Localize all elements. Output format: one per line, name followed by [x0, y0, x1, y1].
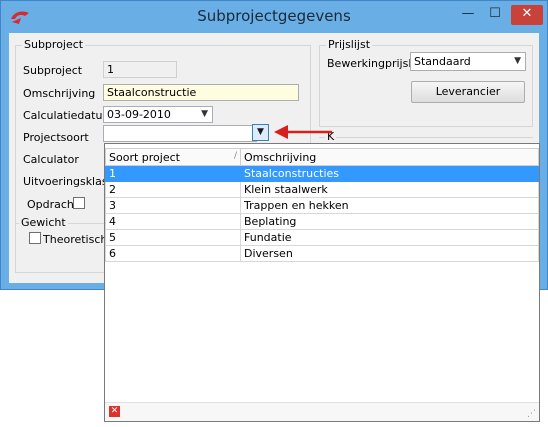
theoretisch-label: Theoretisch	[43, 233, 108, 246]
column-header-label: Omschrijving	[244, 150, 317, 164]
opdracht-checkbox[interactable]	[73, 197, 85, 209]
resize-grip-icon[interactable]: ⋰	[527, 409, 536, 419]
dropdown-footer: ✕ ⋰	[105, 402, 539, 421]
cell-code: 4	[105, 213, 241, 230]
projectsoort-field[interactable]	[103, 125, 257, 142]
column-header-omschrijving[interactable]: Omschrijving	[240, 148, 539, 166]
table-row[interactable]: 3 Trappen en hekken	[105, 197, 539, 214]
projectsoort-label: Projectsoort	[23, 131, 89, 144]
cell-code: 6	[105, 245, 241, 262]
omschrijving-label: Omschrijving	[23, 87, 96, 100]
title-bar[interactable]: Subprojectgegevens — ☐ ✕	[1, 1, 547, 33]
bewerkingprijslijst-value: Standaard	[414, 55, 471, 68]
opdracht-label: Opdracht	[27, 198, 79, 211]
cell-omschrijving: Diversen	[240, 245, 539, 262]
gewicht-group-title: Gewicht	[19, 216, 68, 229]
column-header-label: Soort project	[109, 150, 180, 164]
subproject-group-title: Subproject	[22, 38, 86, 51]
bewerkingprijslijst-select[interactable]: Standaard ▼	[410, 52, 526, 71]
table-row[interactable]: 1 Staalconstructies	[105, 165, 539, 182]
cell-omschrijving: Fundatie	[240, 229, 539, 246]
minimize-button[interactable]: —	[455, 5, 481, 25]
subproject-label: Subproject	[23, 64, 83, 77]
projectsoort-table: Soort project / Omschrijving 1 Staalcons…	[105, 148, 539, 262]
cell-code: 1	[105, 165, 241, 182]
subproject-field: 1	[103, 61, 177, 78]
table-header-row: Soort project / Omschrijving	[105, 148, 539, 166]
table-row[interactable]: 5 Fundatie	[105, 229, 539, 246]
cell-omschrijving: Trappen en hekken	[240, 197, 539, 214]
theoretisch-checkbox[interactable]	[29, 232, 41, 244]
table-row[interactable]: 4 Beplating	[105, 213, 539, 230]
cell-omschrijving: Klein staalwerk	[240, 181, 539, 198]
red-arrow-icon	[274, 125, 332, 139]
table-row[interactable]: 2 Klein staalwerk	[105, 181, 539, 198]
omschrijving-field[interactable]: Staalconstructie	[103, 84, 299, 101]
cell-omschrijving: Staalconstructies	[240, 165, 539, 182]
column-header-soort-project[interactable]: Soort project /	[105, 148, 241, 166]
cell-code: 2	[105, 181, 241, 198]
chevron-down-icon[interactable]: ▼	[514, 53, 521, 70]
chevron-down-icon: ▼	[257, 127, 264, 137]
cell-code: 3	[105, 197, 241, 214]
projectsoort-dropdown-button[interactable]: ▼	[252, 124, 269, 141]
sort-icon: /	[233, 150, 237, 161]
calculatiedatum-field[interactable]: 03-09-2010 ▼	[103, 106, 213, 123]
cell-omschrijving: Beplating	[240, 213, 539, 230]
projectsoort-dropdown-list: Soort project / Omschrijving 1 Staalcons…	[104, 143, 540, 422]
calculator-label: Calculator	[23, 153, 79, 166]
chevron-down-icon[interactable]: ▼	[201, 107, 208, 122]
cell-code: 5	[105, 229, 241, 246]
prijslijst-group-title: Prijslijst	[326, 38, 373, 51]
calculatiedatum-label: Calculatiedatum	[23, 109, 114, 122]
calculatiedatum-value: 03-09-2010	[107, 108, 171, 121]
close-icon[interactable]: ✕	[109, 406, 120, 417]
table-row[interactable]: 6 Diversen	[105, 245, 539, 262]
leverancier-button[interactable]: Leverancier	[411, 81, 525, 103]
maximize-button[interactable]: ☐	[482, 5, 508, 25]
close-button[interactable]: ✕	[511, 5, 543, 25]
